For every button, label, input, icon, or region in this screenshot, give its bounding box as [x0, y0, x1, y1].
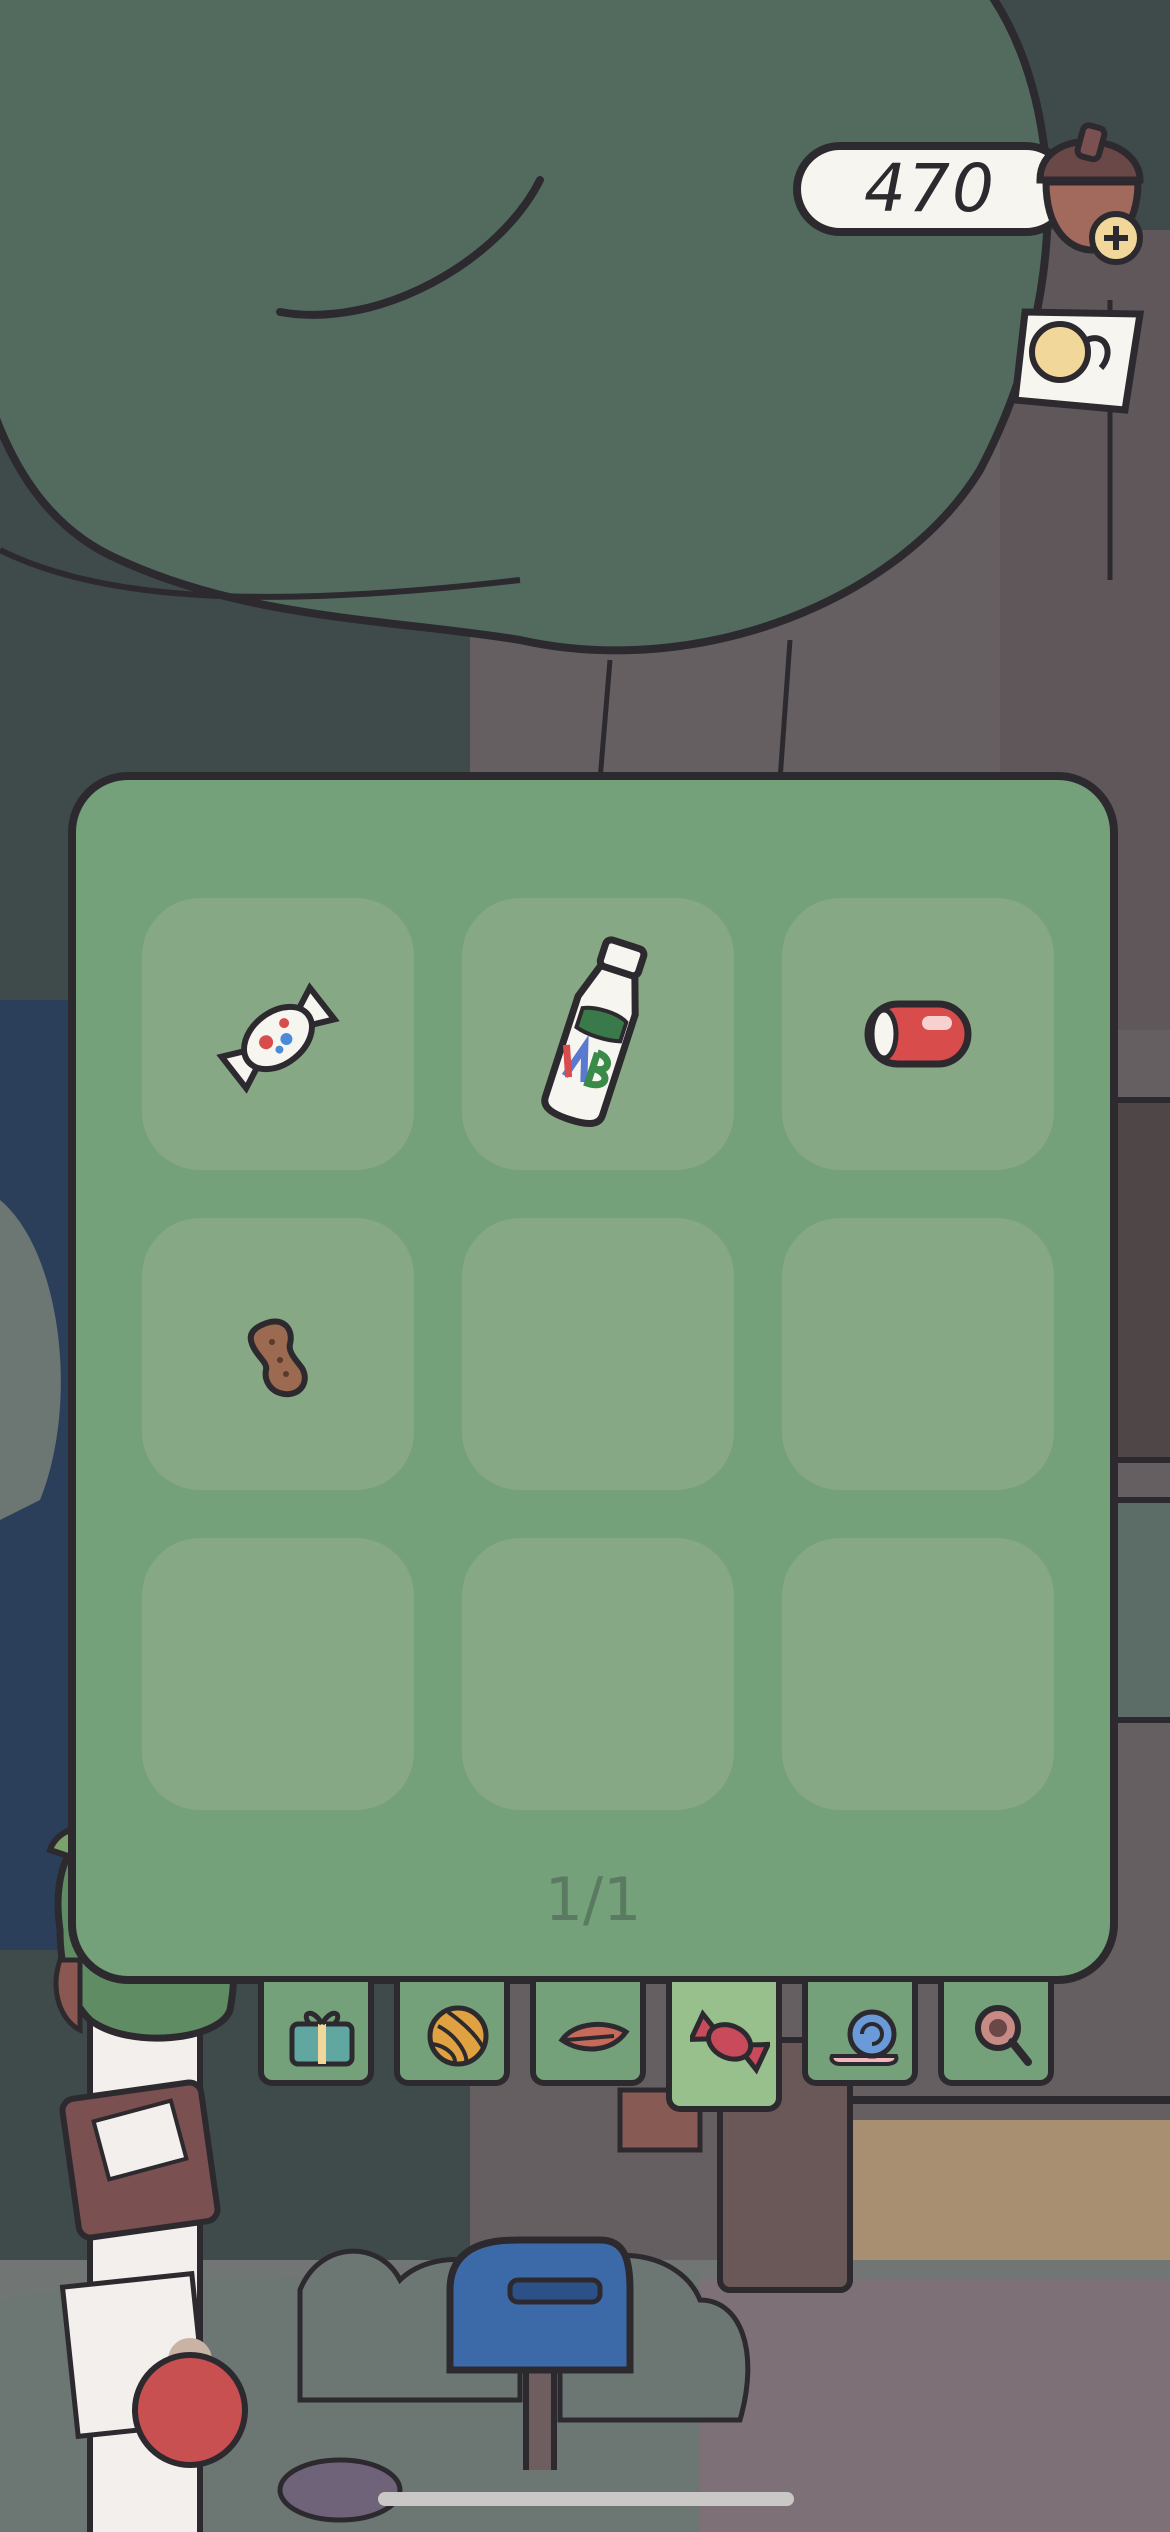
wrapped-candy-icon	[216, 982, 340, 1094]
leaf-icon	[558, 2021, 630, 2052]
home-indicator[interactable]	[378, 2492, 794, 2506]
tab-yarn[interactable]	[394, 1982, 510, 2086]
soda-can-icon	[864, 1000, 972, 1068]
snail-icon	[829, 2009, 899, 2066]
milk-bottle-icon	[541, 936, 648, 1127]
tab-snail[interactable]	[802, 1982, 918, 2086]
inventory-slot-5[interactable]	[462, 1218, 734, 1490]
candy-icon	[690, 2009, 770, 2075]
yarn-ball-icon	[427, 2005, 489, 2067]
inventory-slot-9[interactable]	[782, 1538, 1054, 1810]
tab-search[interactable]	[938, 1982, 1054, 2086]
inventory-slot-1[interactable]	[142, 898, 414, 1170]
tab-leaf[interactable]	[530, 1982, 646, 2086]
inventory-slot-6[interactable]	[782, 1218, 1054, 1490]
magnifier-icon	[975, 2005, 1032, 2066]
inventory-slot-4[interactable]	[142, 1218, 414, 1490]
inventory-slot-2[interactable]	[462, 898, 734, 1170]
peanut-icon	[247, 1318, 308, 1398]
tab-gift[interactable]	[258, 1982, 374, 2086]
inventory-slot-7[interactable]	[142, 1538, 414, 1810]
inventory-slot-8[interactable]	[462, 1538, 734, 1810]
tab-candy[interactable]	[666, 1982, 782, 2112]
note-icon[interactable]	[1005, 292, 1155, 422]
currency-value: 470	[864, 150, 996, 227]
mailbox[interactable]	[440, 2220, 640, 2470]
plus-icon[interactable]	[1088, 210, 1144, 266]
gift-icon	[289, 2010, 355, 2067]
inventory-slot-3[interactable]	[782, 898, 1054, 1170]
inventory-panel	[68, 772, 1118, 1984]
page-indicator: 1/1	[544, 1865, 642, 1935]
